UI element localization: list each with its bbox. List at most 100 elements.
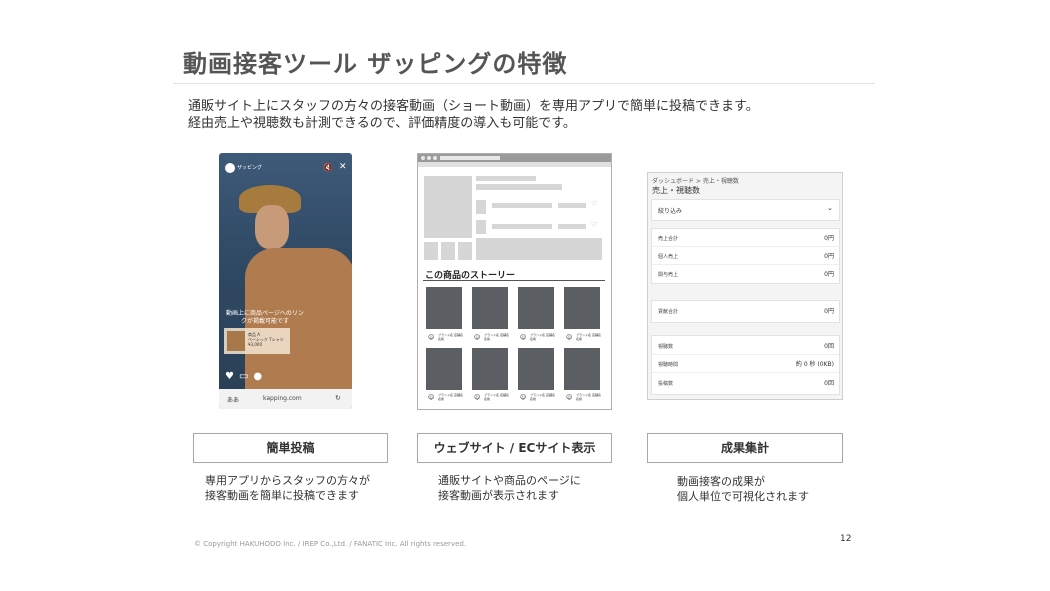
stat-row: 投稿数 0回 [652, 374, 839, 391]
dashboard-mockup: ダッシュボード > 売上・視聴数 売上・視聴数 絞り込み ⌄ 売上合計 0円 個… [647, 172, 843, 400]
app-name: ザッピング [237, 165, 263, 171]
contribution-panel: 貢献合計 0円 [651, 300, 840, 323]
story-video-thumbnail[interactable] [472, 287, 508, 329]
browser-toolbar [418, 162, 611, 167]
stat-label: 貢献合計 [658, 309, 679, 315]
stat-value: 0円 [824, 271, 834, 278]
text-placeholder [476, 176, 536, 181]
stat-value: 0円 [824, 253, 834, 260]
text-size-button[interactable]: ああ [227, 395, 239, 404]
story-user-text: ブランド名 店舗名 名前 [484, 333, 509, 341]
story-video-thumbnail[interactable] [426, 348, 462, 390]
mute-icon[interactable]: 🔇 [323, 163, 333, 172]
story-user-text: ブランド名 店舗名 名前 [576, 333, 601, 341]
story-user-text: ブランド名 店舗名 名前 [438, 333, 463, 341]
image-placeholder [476, 220, 486, 234]
address-field [440, 156, 500, 160]
stat-value: 0円 [824, 235, 834, 242]
comment-icon[interactable]: ● [253, 371, 267, 382]
stat-row: 個人売上 0円 [652, 247, 839, 265]
user-avatar-icon: ☺ [474, 334, 481, 341]
stat-label: 投稿数 [658, 381, 674, 387]
story-video-thumbnail[interactable] [426, 287, 462, 329]
chevron-down-icon: ⌄ [827, 204, 833, 212]
user-avatar-icon: ☺ [428, 334, 435, 341]
text-placeholder [558, 224, 586, 229]
stat-row: 視聴時間 約 0 秒 (0KB) [652, 355, 839, 373]
product-link-card[interactable]: 商品 A ベーシック Tシャツ ¥3,000 [224, 328, 290, 354]
user-avatar-icon: ☺ [566, 334, 573, 341]
action-icons: ♥▭● [225, 371, 267, 382]
filter-dropdown[interactable]: 絞り込み ⌄ [651, 199, 840, 221]
model-head [255, 205, 289, 249]
website-wireframe: ♡ ♡ この商品のストーリー ☺ ブランド名 店舗名 名前 ☺ ブランド名 店舗… [417, 153, 612, 410]
story-user-text: ブランド名 店舗名 名前 [530, 393, 555, 401]
reload-icon[interactable]: ↻ [335, 394, 341, 402]
stat-row: 視聴数 0回 [652, 337, 839, 355]
dashboard-title: 売上・視聴数 [652, 186, 700, 195]
desc-line: 専用アプリからスタッフの方々が [205, 474, 370, 487]
desc-line: 動画接客の成果が [677, 475, 765, 488]
window-dot-icon [427, 156, 431, 160]
image-placeholder [476, 200, 486, 214]
desc-line: 接客動画が表示されます [438, 489, 559, 502]
feature-desc-results: 動画接客の成果が 個人単位で可視化されます [677, 474, 809, 504]
text-placeholder [476, 184, 562, 190]
slide-title: 動画接客ツール ザッピングの特徴 [183, 50, 568, 78]
url-text[interactable]: kapping.com [263, 395, 302, 402]
stat-value: 約 0 秒 (0KB) [795, 361, 834, 368]
video-caption: 動画上に商品ページへのリンクが掲載可能です [226, 310, 304, 325]
story-video-thumbnail[interactable] [472, 348, 508, 390]
stat-label: 個人売上 [658, 254, 679, 260]
user-avatar-icon: ☺ [474, 394, 481, 401]
user-avatar-icon: ☺ [520, 334, 527, 341]
user-avatar-icon: ☺ [520, 394, 527, 401]
product-thumbnail [227, 331, 245, 351]
stat-row: 売上合計 0円 [652, 229, 839, 247]
banner-placeholder [476, 238, 602, 260]
close-icon[interactable]: ✕ [339, 162, 347, 172]
stat-value: 0回 [824, 380, 834, 387]
phone-top-bar: ザッピング 🔇 ✕ [223, 162, 348, 175]
text-placeholder [492, 224, 552, 229]
intro-line-1: 通販サイト上にスタッフの方々の接客動画（ショート動画）を専用アプリで簡単に投稿で… [188, 99, 759, 114]
browser-url-bar: ああ kapping.com ↻ [219, 389, 352, 409]
story-video-thumbnail[interactable] [518, 287, 554, 329]
user-avatar-icon: ☺ [428, 394, 435, 401]
intro-text: 通販サイト上にスタッフの方々の接客動画（ショート動画）を専用アプリで簡単に投稿で… [188, 98, 759, 132]
stat-value: 0回 [824, 343, 834, 350]
feature-label-results: 成果集計 [647, 433, 843, 463]
text-placeholder [558, 203, 586, 208]
intro-line-2: 経由売上や視聴数も計測できるので、評価精度の導入も可能です。 [188, 116, 576, 131]
text-placeholder [492, 203, 552, 208]
app-logo-icon [225, 163, 235, 173]
views-panel: 視聴数 0回 視聴時間 約 0 秒 (0KB) 投稿数 0回 [651, 335, 840, 395]
desc-line: 通販サイトや商品のページに [438, 474, 581, 487]
product-price: ¥3,000 [248, 342, 262, 347]
page-number: 12 [840, 534, 852, 544]
breadcrumb[interactable]: ダッシュボード > 売上・視聴数 [652, 176, 739, 185]
user-avatar-icon: ☺ [566, 394, 573, 401]
desc-line: 個人単位で可視化されます [677, 490, 809, 503]
image-placeholder [424, 242, 438, 260]
feature-desc-easy-posting: 専用アプリからスタッフの方々が 接客動画を簡単に投稿できます [205, 473, 370, 503]
sales-panel: 売上合計 0円 個人売上 0円 関与売上 0円 [651, 228, 840, 284]
bag-icon[interactable]: ▭ [239, 371, 253, 382]
stat-label: 関与売上 [658, 272, 679, 278]
feature-label-website-display: ウェブサイト / ECサイト表示 [417, 433, 612, 463]
stat-value: 0円 [824, 308, 834, 315]
stat-label: 視聴数 [658, 344, 674, 350]
story-user-text: ブランド名 店舗名 名前 [484, 393, 509, 401]
story-video-thumbnail[interactable] [564, 348, 600, 390]
heart-icon: ♡ [591, 200, 598, 208]
feature-label-easy-posting: 簡単投稿 [193, 433, 388, 463]
filter-label: 絞り込み [658, 208, 683, 215]
stat-row: 関与売上 0円 [652, 265, 839, 282]
product-image-placeholder [424, 176, 472, 238]
heart-icon[interactable]: ♥ [225, 371, 239, 382]
story-video-thumbnail[interactable] [518, 348, 554, 390]
story-user-text: ブランド名 店舗名 名前 [530, 333, 555, 341]
stat-label: 視聴時間 [658, 362, 679, 368]
story-video-thumbnail[interactable] [564, 287, 600, 329]
desc-line: 接客動画を簡単に投稿できます [205, 489, 359, 502]
